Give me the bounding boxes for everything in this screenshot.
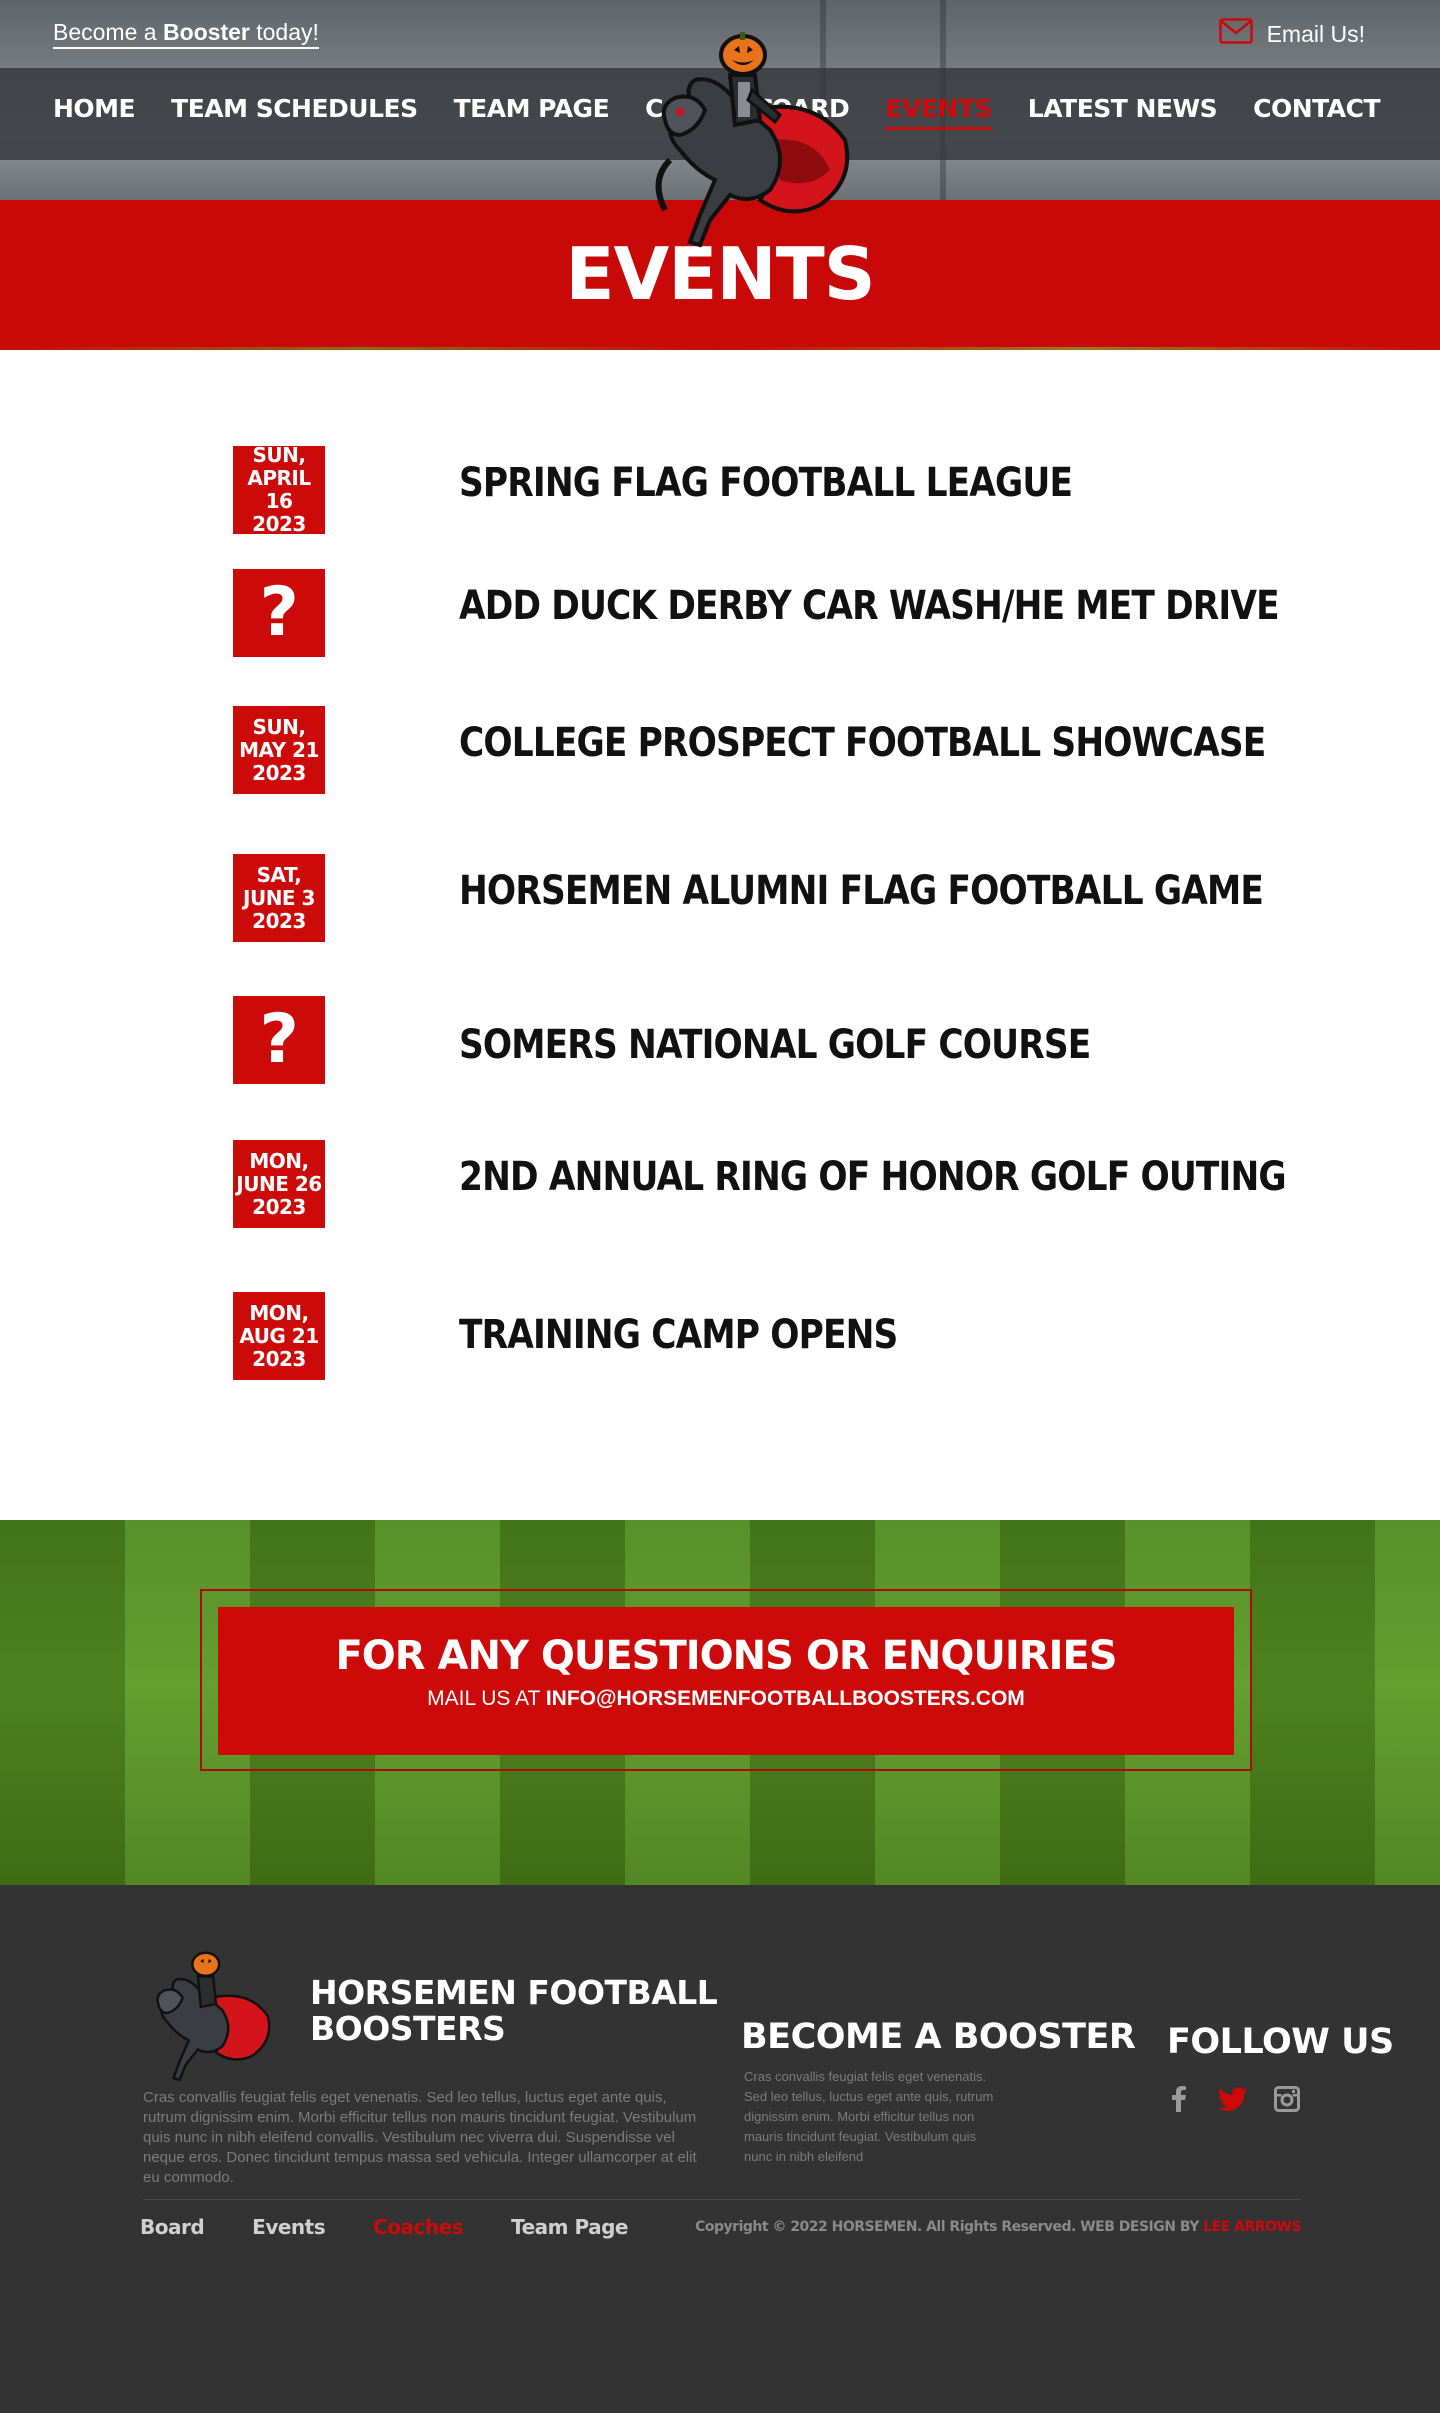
- event-item[interactable]: SUN, APRIL 16 2023 SPRING FLAG FOOTBALL …: [233, 444, 1233, 536]
- facebook-icon[interactable]: [1165, 2085, 1193, 2113]
- nav-item-events[interactable]: EVENTS: [885, 94, 992, 130]
- email-us-label: Email Us!: [1266, 20, 1365, 47]
- site-footer: HORSEMEN FOOTBALL BOOSTERS Cras convalli…: [0, 1885, 1440, 2413]
- contact-cta-section: FOR ANY QUESTIONS OR ENQUIRIES MAIL US A…: [0, 1520, 1440, 1885]
- event-item[interactable]: SAT, JUNE 3 2023 HORSEMEN ALUMNI FLAG FO…: [233, 854, 1264, 944]
- event-title[interactable]: ADD DUCK DERBY CAR WASH/HE MET DRIVE: [459, 583, 1280, 629]
- footer-divider: [143, 2199, 1301, 2200]
- cta-title: FOR ANY QUESTIONS OR ENQUIRIES: [335, 1633, 1117, 1679]
- social-links: [1165, 2085, 1301, 2113]
- event-item[interactable]: SUN, MAY 21 2023 COLLEGE PROSPECT FOOTBA…: [233, 706, 1266, 796]
- nav-item-home[interactable]: HOME: [53, 94, 136, 127]
- copyright-text: Copyright © 2022 HORSEMEN. All Rights Re…: [695, 2219, 1301, 2235]
- email-us-link[interactable]: Email Us!: [1218, 18, 1365, 50]
- event-date-badge: MON, JUNE 26 2023: [233, 1140, 325, 1228]
- footer-follow-heading: FOLLOW US: [1167, 2022, 1394, 2062]
- event-title[interactable]: SPRING FLAG FOOTBALL LEAGUE: [459, 460, 1073, 506]
- footer-link-team-page[interactable]: Team Page: [511, 2215, 628, 2239]
- footer-brand-name: HORSEMEN FOOTBALL BOOSTERS: [310, 1973, 718, 2048]
- footer-link-coaches[interactable]: Coaches: [373, 2215, 463, 2239]
- event-date-unknown-badge: ?: [233, 569, 325, 657]
- footer-link-board[interactable]: Board: [140, 2215, 205, 2239]
- event-date-badge: SUN, APRIL 16 2023: [233, 444, 325, 536]
- cta-box: FOR ANY QUESTIONS OR ENQUIRIES MAIL US A…: [218, 1607, 1234, 1755]
- mail-icon: [1218, 18, 1253, 50]
- footer-booster-heading[interactable]: BECOME A BOOSTER: [741, 2017, 1136, 2057]
- event-item[interactable]: ? SOMERS NATIONAL GOLF COURSE: [233, 996, 1233, 1086]
- become-booster-link[interactable]: Become a Booster today!: [53, 19, 319, 49]
- event-item[interactable]: ? ADD DUCK DERBY CAR WASH/HE MET DRIVE: [233, 569, 1280, 659]
- cta-email-link[interactable]: INFO@HORSEMENFOOTBALLBOOSTERS.COM: [546, 1687, 1025, 1710]
- nav-item-team-page[interactable]: TEAM PAGE: [454, 94, 610, 127]
- nav-item-contact[interactable]: CONTACT: [1253, 94, 1380, 130]
- event-title[interactable]: TRAINING CAMP OPENS: [459, 1312, 898, 1358]
- event-item[interactable]: MON, AUG 21 2023 TRAINING CAMP OPENS: [233, 1292, 1233, 1382]
- event-date-badge: SUN, MAY 21 2023: [233, 706, 325, 794]
- event-date-badge: MON, AUG 21 2023: [233, 1292, 325, 1380]
- event-item[interactable]: MON, JUNE 26 2023 2ND ANNUAL RING OF HON…: [233, 1140, 1287, 1230]
- events-list: SUN, APRIL 16 2023 SPRING FLAG FOOTBALL …: [0, 350, 1440, 1520]
- event-date-badge: SAT, JUNE 3 2023: [233, 854, 325, 942]
- footer-link-events[interactable]: Events: [252, 2215, 325, 2239]
- hero-header: Become a Booster today! Email Us! HOME T…: [0, 0, 1440, 350]
- footer-links: Board Events Coaches Team Page: [140, 2215, 628, 2239]
- twitter-icon[interactable]: [1219, 2085, 1247, 2113]
- event-title[interactable]: COLLEGE PROSPECT FOOTBALL SHOWCASE: [459, 720, 1266, 766]
- event-date-unknown-badge: ?: [233, 996, 325, 1084]
- footer-booster-text: Cras convallis feugiat felis eget venena…: [744, 2069, 994, 2164]
- cta-mail-line: MAIL US AT INFO@HORSEMENFOOTBALLBOOSTERS…: [427, 1687, 1025, 1710]
- site-logo[interactable]: [640, 20, 860, 250]
- instagram-icon[interactable]: [1273, 2085, 1301, 2113]
- footer-about-text: Cras convallis feugiat felis eget venena…: [143, 2089, 697, 2186]
- event-title[interactable]: HORSEMEN ALUMNI FLAG FOOTBALL GAME: [459, 868, 1264, 914]
- nav-item-team-schedules[interactable]: TEAM SCHEDULES: [171, 94, 418, 127]
- web-design-credit-link[interactable]: LEE ARROWS: [1203, 2219, 1301, 2235]
- event-title[interactable]: 2ND ANNUAL RING OF HONOR GOLF OUTING: [459, 1154, 1287, 1200]
- footer-logo[interactable]: [140, 1943, 280, 2083]
- nav-item-latest-news[interactable]: LATEST NEWS: [1028, 94, 1218, 130]
- event-title[interactable]: SOMERS NATIONAL GOLF COURSE: [459, 1022, 1091, 1068]
